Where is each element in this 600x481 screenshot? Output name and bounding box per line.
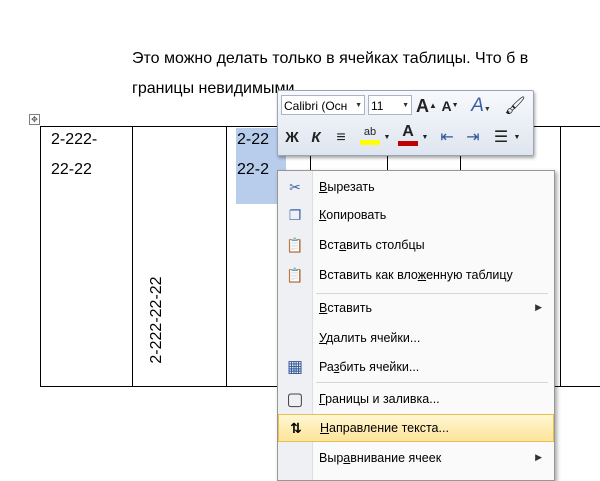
menu-item-paste-nested-table[interactable]: 📋 Вставить как вложенную таблицу: [278, 262, 554, 288]
text-direction-icon: ⇅: [290, 420, 302, 436]
table-col-divider: [560, 126, 561, 387]
paste-columns-icon: 📋: [286, 237, 304, 253]
table-cell-vertical-text[interactable]: 2-222-22-22: [148, 276, 166, 363]
menu-item-label: Выравнивание ячеек: [319, 451, 442, 465]
menu-item-label: Вставить как вложенную таблицу: [319, 268, 513, 282]
copy-icon: ❐: [288, 207, 302, 223]
menu-item-label: Вставить: [319, 301, 372, 315]
document-text-line: Это можно делать только в ячейках таблиц…: [132, 50, 529, 67]
highlight-icon[interactable]: ab: [358, 125, 382, 147]
cut-icon: ✂: [289, 179, 301, 195]
menu-item-label: Направление текста...: [320, 421, 449, 435]
format-painter-icon[interactable]: 🖌: [504, 95, 526, 117]
menu-item-cell-alignment[interactable]: Выравнивание ячеек ▶: [278, 445, 554, 471]
bullets-icon[interactable]: ☰: [490, 127, 512, 149]
table-border-bottom: [40, 386, 280, 387]
chevron-down-icon[interactable]: ▼: [382, 127, 392, 149]
increase-indent-icon[interactable]: ⇥: [462, 127, 484, 149]
menu-item-label: Вставить столбцы: [319, 238, 425, 252]
table-border-bottom: [553, 386, 600, 387]
table-cell-text[interactable]: 2-222-: [51, 131, 97, 149]
menu-item-label: Границы и заливка...: [319, 392, 440, 406]
menu-item-insert[interactable]: Вставить ▶: [278, 295, 554, 321]
table-col-divider: [226, 126, 227, 387]
styles-icon[interactable]: A▼: [468, 95, 494, 117]
split-cells-icon: ▦: [286, 357, 304, 376]
menu-item-label: Вырезать: [319, 180, 375, 194]
menu-item-text-direction[interactable]: ⇅ Направление текста...: [278, 414, 554, 442]
font-size-combobox[interactable]: 11 ▼: [368, 95, 412, 115]
menu-item-copy[interactable]: ❐ Копировать: [278, 202, 554, 228]
borders-icon: ▢: [286, 389, 304, 409]
chevron-down-icon[interactable]: ▼: [355, 96, 362, 114]
font-name-combobox[interactable]: Calibri (Осн ▼: [281, 95, 365, 115]
menu-item-delete-cells[interactable]: Удалить ячейки...: [278, 325, 554, 351]
table-col-divider: [132, 126, 133, 387]
chevron-down-icon[interactable]: ▼: [512, 127, 522, 149]
menu-item-borders-and-shading[interactable]: ▢ Границы и заливка...: [278, 386, 554, 412]
menu-separator: [316, 382, 548, 383]
menu-item-label: Копировать: [319, 208, 387, 222]
decrease-indent-icon[interactable]: ⇤: [436, 127, 458, 149]
submenu-arrow-icon: ▶: [535, 452, 542, 462]
bold-icon[interactable]: Ж: [282, 127, 302, 149]
menu-item-cut[interactable]: ✂ Вырезать: [278, 174, 554, 200]
italic-icon[interactable]: К: [306, 127, 326, 149]
table-border-left: [40, 126, 41, 387]
submenu-arrow-icon: ▶: [535, 302, 542, 312]
grow-font-icon[interactable]: A▲: [416, 95, 437, 117]
menu-item-split-cells[interactable]: ▦ Разбить ячейки...: [278, 354, 554, 380]
font-name-value: Calibri (Осн: [284, 99, 348, 113]
font-size-value: 11: [371, 99, 384, 113]
chevron-down-icon[interactable]: ▼: [402, 96, 409, 116]
table-cell-text[interactable]: 22-2: [237, 161, 269, 179]
context-menu: ✂ Вырезать ❐ Копировать 📋 Вставить столб…: [277, 170, 555, 481]
mini-formatting-toolbar: Calibri (Осн ▼ 11 ▼ A▲ A▼ A▼ 🖌 Ж К ≡ ab …: [277, 90, 534, 156]
chevron-down-icon[interactable]: ▼: [420, 127, 430, 149]
shrink-font-icon[interactable]: A▼: [440, 95, 460, 117]
table-cell-text[interactable]: 22-22: [51, 161, 92, 179]
menu-separator: [316, 293, 548, 294]
font-color-icon[interactable]: A: [396, 124, 420, 146]
paste-nested-table-icon: 📋: [286, 267, 304, 283]
table-move-handle-icon[interactable]: ✥: [29, 114, 40, 125]
center-align-icon[interactable]: ≡: [330, 127, 352, 149]
menu-item-label: Удалить ячейки...: [319, 331, 421, 345]
table-cell-text[interactable]: 2-22: [237, 131, 269, 149]
menu-item-paste-columns[interactable]: 📋 Вставить столбцы: [278, 232, 554, 258]
menu-item-label: Разбить ячейки...: [319, 360, 420, 374]
